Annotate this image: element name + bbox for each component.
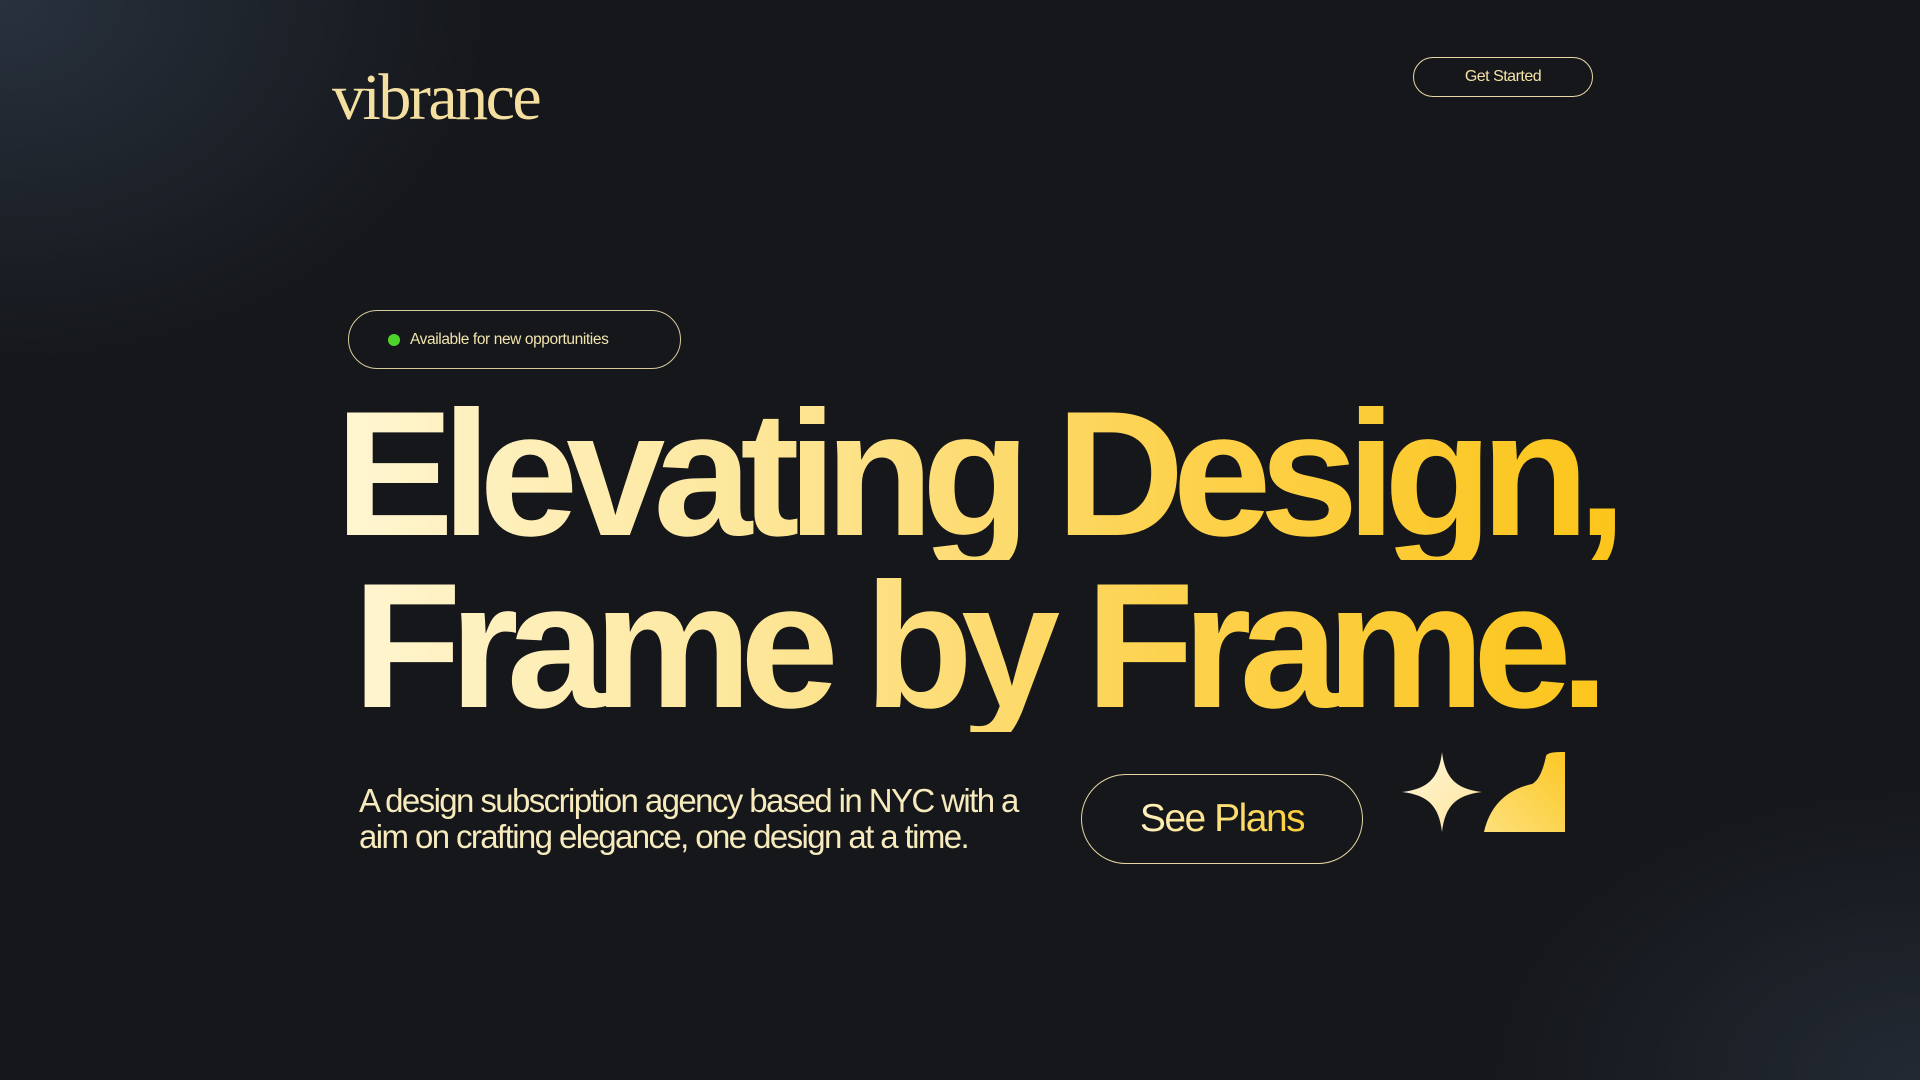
availability-text: Available for new opportunities [410, 330, 609, 348]
status-dot-icon [388, 333, 400, 346]
brand-logo[interactable]: vibrance [332, 58, 542, 138]
get-started-button[interactable]: Get Started [1413, 57, 1593, 97]
headline-line-2: Frame by Frame. [330, 557, 1620, 735]
see-plans-button[interactable]: See Plans [1081, 774, 1363, 864]
availability-badge: Available for new opportunities [348, 310, 681, 369]
headline-line-1: Elevating Design, [330, 385, 1627, 563]
see-plans-label: See Plans [1139, 797, 1306, 840]
sparkle-icon [1402, 752, 1482, 832]
hero-subtitle: A design subscription agency based in NY… [359, 782, 1019, 855]
hero-headline: Elevating Design, Frame by Frame. [330, 385, 1627, 735]
quarter-curve-icon [1484, 752, 1565, 832]
